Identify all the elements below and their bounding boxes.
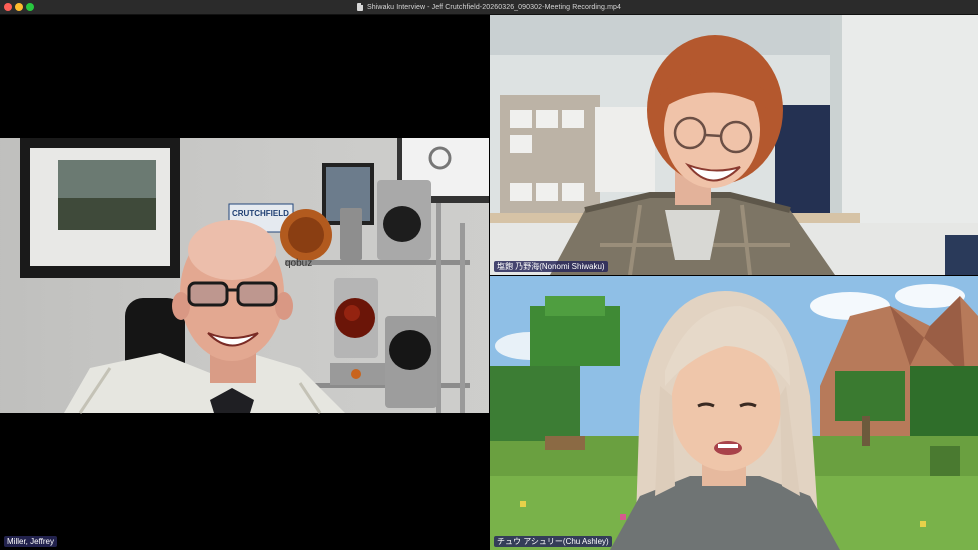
video-tile-nonomi[interactable]: 塩飽 乃野海(Nonomi Shiwaku) [490,15,978,275]
qobuz-logo-text: qobuz [285,258,312,269]
window-title-bar: Shiwaku Interview - Jeff Crutchfield-202… [0,0,978,15]
document-icon [357,3,364,11]
video-frame-ashley [490,276,978,550]
video-tile-jeffrey[interactable]: CRUTCHFIELD qobuz Miller, Jeffrey [0,15,489,550]
crutchfield-sign-text: CRUTCHFIELD [232,209,289,218]
video-frame-nonomi [490,15,978,275]
participant-name-jeffrey: Miller, Jeffrey [4,536,57,547]
window-title: Shiwaku Interview - Jeff Crutchfield-202… [0,0,978,14]
participant-name-nonomi: 塩飽 乃野海(Nonomi Shiwaku) [494,261,608,272]
participant-name-ashley: チュウ アシュリー(Chu Ashley) [494,536,612,547]
window-title-text: Shiwaku Interview - Jeff Crutchfield-202… [367,3,621,11]
video-frame-jeffrey: CRUTCHFIELD qobuz [0,138,489,414]
video-tile-ashley[interactable]: チュウ アシュリー(Chu Ashley) [490,276,978,550]
